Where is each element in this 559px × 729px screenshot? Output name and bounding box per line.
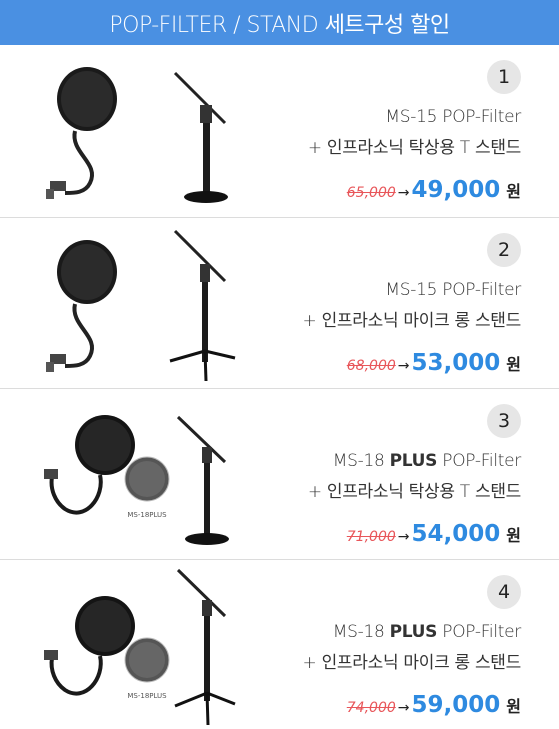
model-name: MS-15 POP-Filter: [385, 280, 521, 300]
banner-title: POP-FILTER / STAND 세트구성 할인: [109, 12, 450, 38]
stand-name: + 인프라소닉 탁상용 T 스탠드: [307, 138, 521, 158]
sale-price: 59,000: [411, 692, 501, 718]
product-image-popfilter-long-stand: [30, 226, 255, 384]
model-name: MS-18 PLUS POP-Filter: [332, 451, 522, 471]
product-image-popfilter-plus-desk-stand: MS-18PLUS: [30, 397, 255, 555]
arrow-icon: →: [397, 529, 410, 545]
item-number-badge: 2: [487, 233, 521, 267]
arrow-icon: →: [397, 185, 410, 201]
product-image-popfilter-plus-long-stand: MS-18PLUS: [30, 568, 255, 726]
arrow-icon: →: [397, 358, 410, 374]
old-price: 74,000: [346, 700, 396, 716]
model-name: MS-15 POP-Filter: [385, 107, 521, 127]
old-price: 68,000: [346, 358, 396, 374]
product-item-4[interactable]: MS-18PLUS 4 MS-18 PLUS POP-Filter + 인프라소…: [0, 559, 559, 729]
product-label-text: MS-18PLUS: [127, 692, 167, 700]
price-row: 74,000 → 59,000 원: [347, 692, 521, 718]
stand-name: + 인프라소닉 마이크 롱 스탠드: [302, 311, 522, 331]
sale-price: 49,000: [411, 177, 501, 203]
sale-price: 53,000: [411, 350, 501, 376]
product-image-popfilter-desk-stand: [30, 53, 255, 211]
stand-name: + 인프라소닉 마이크 롱 스탠드: [302, 653, 522, 673]
item-number-badge: 3: [487, 404, 521, 438]
arrow-icon: →: [397, 700, 410, 716]
sale-price: 54,000: [411, 521, 501, 547]
page-banner: POP-FILTER / STAND 세트구성 할인: [0, 0, 559, 45]
old-price: 71,000: [346, 529, 396, 545]
product-item-2[interactable]: 2 MS-15 POP-Filter + 인프라소닉 마이크 롱 스탠드 68,…: [0, 217, 559, 387]
model-name: MS-18 PLUS POP-Filter: [332, 622, 522, 642]
product-label-text: MS-18PLUS: [127, 511, 167, 519]
item-number-badge: 4: [487, 575, 521, 609]
stand-name: + 인프라소닉 탁상용 T 스탠드: [307, 482, 521, 502]
currency-unit: 원: [506, 355, 521, 374]
old-price: 65,000: [346, 185, 396, 201]
currency-unit: 원: [506, 526, 521, 545]
currency-unit: 원: [506, 182, 521, 201]
item-number-badge: 1: [487, 60, 521, 94]
price-row: 68,000 → 53,000 원: [347, 350, 521, 376]
currency-unit: 원: [506, 697, 521, 716]
product-item-3[interactable]: MS-18PLUS 3 MS-18 PLUS POP-Filter + 인프라소…: [0, 388, 559, 558]
product-item-1[interactable]: 1 MS-15 POP-Filter + 인프라소닉 탁상용 T 스탠드 65,…: [0, 45, 559, 217]
price-row: 65,000 → 49,000 원: [347, 177, 521, 203]
price-row: 71,000 → 54,000 원: [347, 521, 521, 547]
